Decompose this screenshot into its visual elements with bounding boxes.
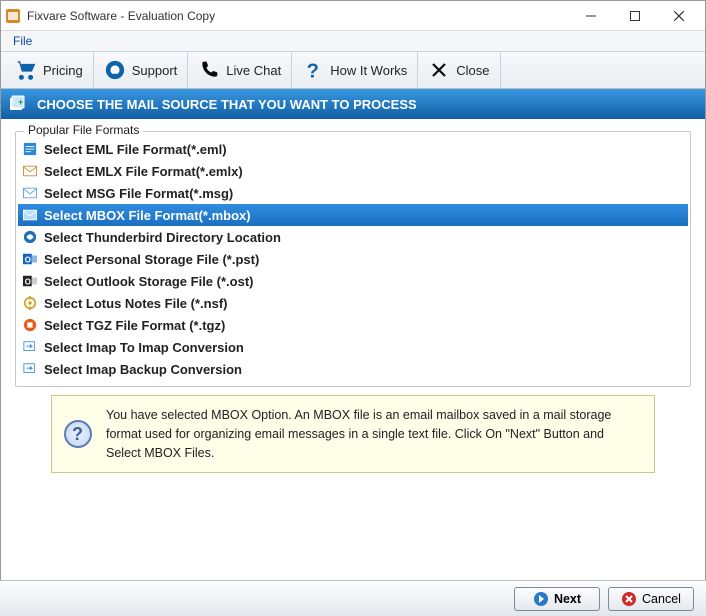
svg-text:?: ?	[307, 60, 319, 81]
toolbar-livechat[interactable]: Live Chat	[188, 52, 292, 88]
window-title: Fixvare Software - Evaluation Copy	[27, 9, 569, 23]
eml-icon	[22, 141, 38, 157]
lotus-icon	[22, 295, 38, 311]
formats-legend: Popular File Formats	[24, 123, 143, 137]
format-item-label: Select Imap To Imap Conversion	[44, 340, 244, 355]
process-icon: +	[9, 95, 27, 113]
cart-icon	[15, 59, 37, 81]
format-item[interactable]: O Select Outlook Storage File (*.ost)	[18, 270, 688, 292]
toolbar-label: Support	[132, 63, 178, 78]
thunderbird-icon	[22, 229, 38, 245]
footer: Next Cancel	[0, 580, 706, 616]
cancel-label: Cancel	[642, 592, 681, 606]
svg-text:O: O	[25, 278, 31, 287]
toolbar-label: Close	[456, 63, 489, 78]
titlebar: Fixvare Software - Evaluation Copy	[1, 1, 705, 31]
ost-icon: O	[22, 273, 38, 289]
toolbar-label: Pricing	[43, 63, 83, 78]
format-list: Select EML File Format(*.eml) Select EMLX…	[18, 138, 688, 380]
toolbar-pricing[interactable]: Pricing	[5, 52, 94, 88]
convert-icon	[22, 339, 38, 355]
format-item-label: Select Thunderbird Directory Location	[44, 230, 281, 245]
toolbar-howitworks[interactable]: ? How It Works	[292, 52, 418, 88]
format-item-label: Select Lotus Notes File (*.nsf)	[44, 296, 227, 311]
next-button[interactable]: Next	[514, 587, 600, 611]
format-item-label: Select EMLX File Format(*.emlx)	[44, 164, 243, 179]
maximize-button[interactable]	[613, 2, 657, 30]
format-item[interactable]: Select Imap Backup Conversion	[18, 358, 688, 380]
cancel-button[interactable]: Cancel	[608, 587, 694, 611]
next-label: Next	[554, 592, 581, 606]
outlook-icon: O	[22, 251, 38, 267]
format-item[interactable]: Select MSG File Format(*.msg)	[18, 182, 688, 204]
svg-text:O: O	[25, 256, 31, 265]
header-text: CHOOSE THE MAIL SOURCE THAT YOU WANT TO …	[37, 97, 417, 112]
tgz-icon	[22, 317, 38, 333]
format-item[interactable]: O Select Personal Storage File (*.pst)	[18, 248, 688, 270]
format-item[interactable]: Select MBOX File Format(*.mbox)	[18, 204, 688, 226]
minimize-button[interactable]	[569, 2, 613, 30]
format-item[interactable]: Select EML File Format(*.eml)	[18, 138, 688, 160]
format-item-label: Select MBOX File Format(*.mbox)	[44, 208, 251, 223]
cancel-x-icon	[621, 591, 637, 607]
close-button[interactable]	[657, 2, 701, 30]
format-item[interactable]: Select Lotus Notes File (*.nsf)	[18, 292, 688, 314]
info-text: You have selected MBOX Option. An MBOX f…	[106, 406, 642, 462]
close-x-icon	[428, 59, 450, 81]
format-item-label: Select MSG File Format(*.msg)	[44, 186, 233, 201]
backup-icon	[22, 361, 38, 377]
svg-text:+: +	[18, 97, 23, 107]
format-item-label: Select TGZ File Format (*.tgz)	[44, 318, 225, 333]
info-panel: ? You have selected MBOX Option. An MBOX…	[51, 395, 655, 473]
next-arrow-icon	[533, 591, 549, 607]
toolbar-close[interactable]: Close	[418, 52, 500, 88]
mbox-icon	[22, 207, 38, 223]
format-item[interactable]: Select EMLX File Format(*.emlx)	[18, 160, 688, 182]
header-band: + CHOOSE THE MAIL SOURCE THAT YOU WANT T…	[1, 89, 705, 119]
info-icon: ?	[64, 420, 92, 448]
format-item-label: Select Personal Storage File (*.pst)	[44, 252, 259, 267]
app-icon	[5, 8, 21, 24]
headset-icon	[104, 59, 126, 81]
format-item[interactable]: Select Imap To Imap Conversion	[18, 336, 688, 358]
format-item[interactable]: Select Thunderbird Directory Location	[18, 226, 688, 248]
format-item-label: Select Outlook Storage File (*.ost)	[44, 274, 253, 289]
mail-icon	[22, 185, 38, 201]
format-item-label: Select EML File Format(*.eml)	[44, 142, 227, 157]
toolbar: Pricing Support Live Chat ? How It Works…	[1, 51, 705, 89]
format-item-label: Select Imap Backup Conversion	[44, 362, 242, 377]
formats-fieldset: Popular File Formats Select EML File For…	[15, 131, 691, 387]
menu-file[interactable]: File	[7, 32, 38, 50]
toolbar-label: Live Chat	[226, 63, 281, 78]
mail-icon	[22, 163, 38, 179]
menubar: File	[1, 31, 705, 51]
toolbar-label: How It Works	[330, 63, 407, 78]
svg-text:?: ?	[72, 425, 83, 443]
content-area: Popular File Formats Select EML File For…	[1, 119, 705, 479]
question-icon: ?	[302, 59, 324, 81]
window-controls	[569, 2, 701, 30]
phone-icon	[198, 59, 220, 81]
format-item[interactable]: Select TGZ File Format (*.tgz)	[18, 314, 688, 336]
toolbar-support[interactable]: Support	[94, 52, 189, 88]
